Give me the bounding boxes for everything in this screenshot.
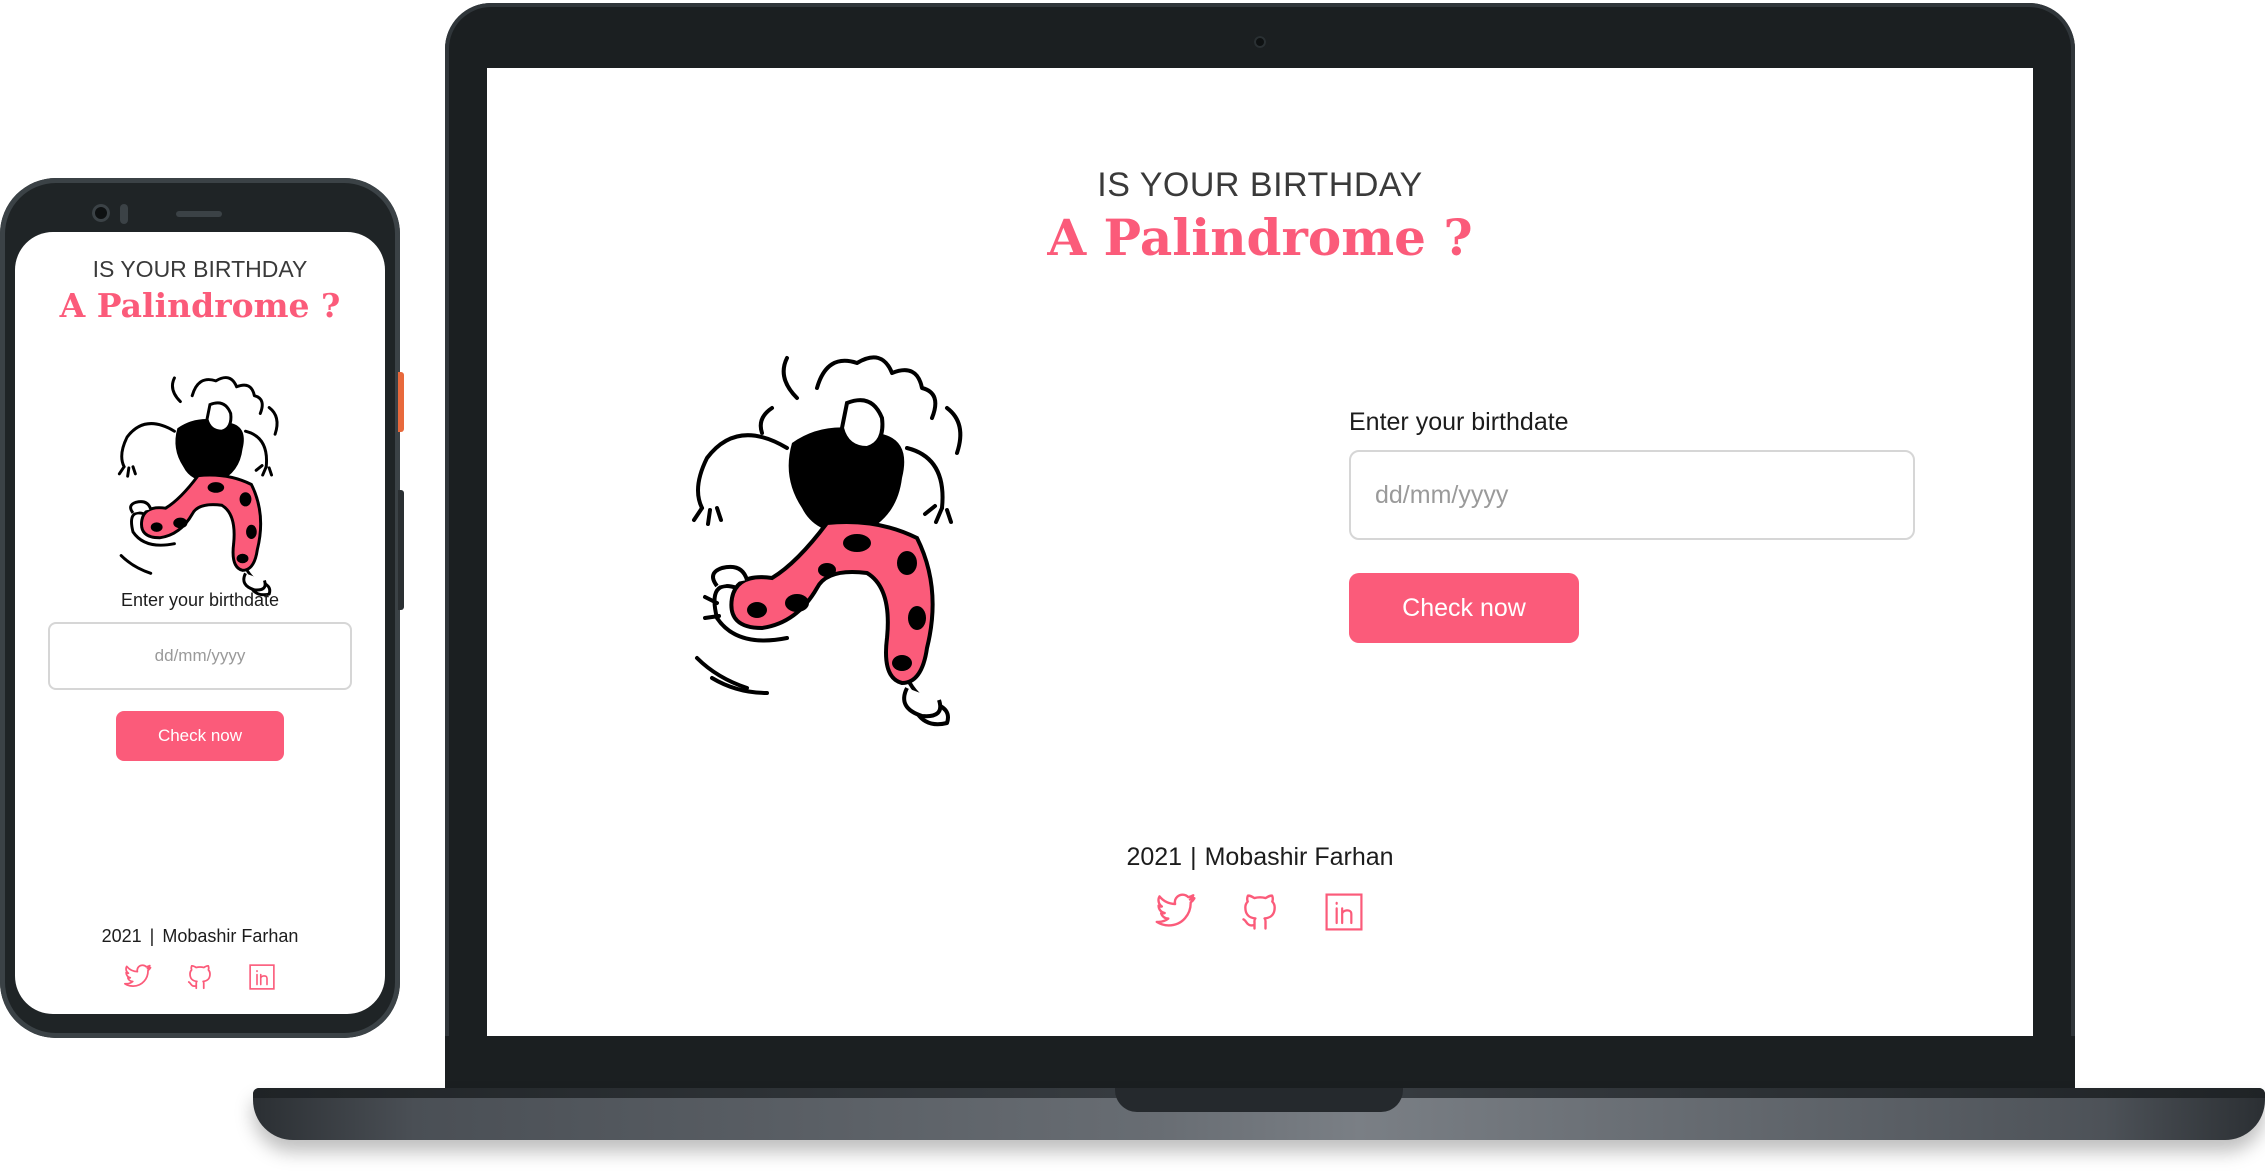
birthdate-input[interactable] xyxy=(48,622,352,690)
phone-camera xyxy=(92,204,110,222)
page-title: A Palindrome ? xyxy=(59,286,341,325)
phone-volume-button xyxy=(398,490,404,610)
github-icon[interactable] xyxy=(185,962,215,992)
laptop-notch xyxy=(1115,1088,1403,1112)
footer-author: Mobashir Farhan xyxy=(162,926,299,946)
footer-separator: | xyxy=(149,926,155,946)
linkedin-icon[interactable] xyxy=(1322,890,1366,934)
check-now-button[interactable]: Check now xyxy=(1349,573,1579,643)
github-icon[interactable] xyxy=(1238,890,1282,934)
phone-speaker xyxy=(176,211,222,217)
phone-sensor xyxy=(120,204,128,224)
footer-author: Mobashir Farhan xyxy=(1204,843,1394,871)
birthdate-label: Enter your birthdate xyxy=(120,590,280,610)
birthdate-label: Enter your birthdate xyxy=(1349,408,1569,436)
laptop-camera xyxy=(1254,36,1266,48)
check-now-button[interactable]: Check now xyxy=(116,711,284,761)
footer: 2021 | Mobashir Farhan xyxy=(487,843,2033,872)
phone-screen: IS YOUR BIRTHDAY A Palindrome ? Enter yo… xyxy=(15,232,385,1014)
dancing-person-illustration xyxy=(692,355,963,727)
twitter-icon[interactable] xyxy=(123,962,153,992)
laptop-bottom-bezel xyxy=(445,1036,2075,1096)
linkedin-icon[interactable] xyxy=(247,962,277,992)
social-links xyxy=(15,962,385,992)
footer-year: 2021 xyxy=(101,926,142,946)
dancing-person-illustration xyxy=(117,376,279,597)
footer-year: 2021 xyxy=(1126,843,1183,871)
phone-side-button xyxy=(398,372,404,432)
footer: 2021 | Mobashir Farhan xyxy=(15,926,385,947)
twitter-icon[interactable] xyxy=(1154,890,1198,934)
laptop-screen: IS YOUR BIRTHDAY A Palindrome ? Enter yo… xyxy=(487,68,2033,1036)
social-links xyxy=(487,890,2033,934)
page-kicker: IS YOUR BIRTHDAY xyxy=(1097,166,1423,204)
footer-separator: | xyxy=(1190,843,1197,871)
birthdate-input[interactable] xyxy=(1349,450,1915,540)
page-title: A Palindrome ? xyxy=(1047,208,1473,267)
page-kicker: IS YOUR BIRTHDAY xyxy=(92,256,308,282)
